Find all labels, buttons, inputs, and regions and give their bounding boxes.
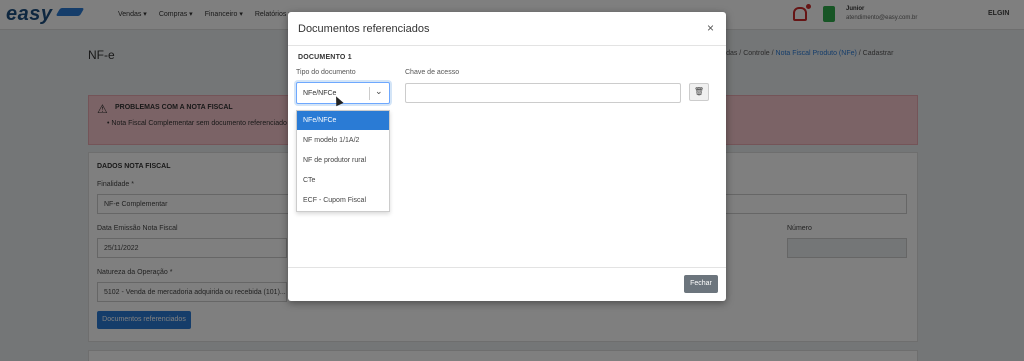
option-nf-produtor-rural[interactable]: NF de produtor rural: [297, 151, 389, 170]
tipo-documento-select[interactable]: NFe/NFCe ⌄: [296, 82, 390, 104]
chave-acesso-input[interactable]: [405, 83, 681, 103]
chevron-down-icon[interactable]: ⌄: [375, 86, 383, 97]
delete-document-button[interactable]: 🗑: [689, 83, 709, 101]
documentos-modal: Documentos referenciados × DOCUMENTO 1 T…: [288, 12, 726, 301]
modal-title: Documentos referenciados: [298, 23, 430, 35]
close-icon[interactable]: ×: [707, 21, 714, 35]
section-title: DOCUMENTO 1: [298, 54, 352, 61]
chave-acesso-label: Chave de acesso: [405, 69, 460, 76]
tipo-documento-label: Tipo do documento: [296, 69, 356, 76]
select-value: NFe/NFCe: [303, 90, 337, 97]
modal-header: Documentos referenciados ×: [288, 12, 726, 46]
modal-footer-divider: [288, 267, 726, 268]
select-separator: [369, 87, 370, 100]
option-nfe-nfce[interactable]: NFe/NFCe: [297, 111, 389, 130]
trash-icon: 🗑: [693, 87, 705, 96]
option-nf-modelo[interactable]: NF modelo 1/1A/2: [297, 131, 389, 150]
tipo-documento-dropdown: NFe/NFCe NF modelo 1/1A/2 NF de produtor…: [296, 110, 390, 212]
fechar-button[interactable]: Fechar: [684, 275, 718, 293]
option-cte[interactable]: CTe: [297, 171, 389, 190]
option-ecf-cupom[interactable]: ECF - Cupom Fiscal: [297, 191, 389, 210]
